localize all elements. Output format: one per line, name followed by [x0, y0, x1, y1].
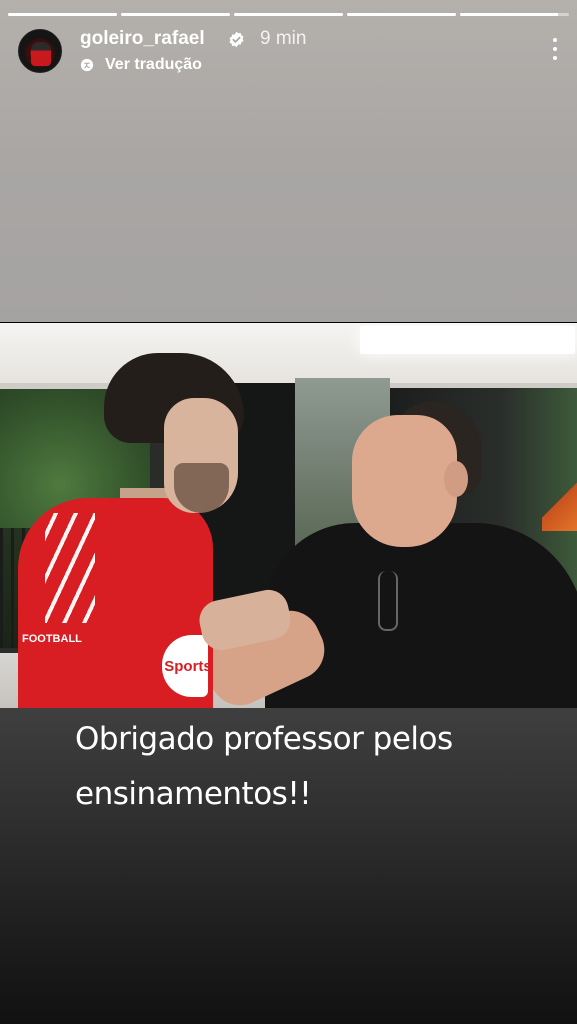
progress-segment-3 — [234, 13, 343, 16]
more-options-icon[interactable] — [547, 36, 563, 62]
username[interactable]: goleiro_rafael — [80, 28, 205, 50]
progress-segment-5 — [460, 13, 569, 16]
verified-badge-icon — [229, 31, 244, 48]
progress-segment-4 — [347, 13, 456, 16]
see-translation-link[interactable]: Ver tradução — [105, 56, 202, 74]
story-header: goleiro_rafael 9 min Ver tradução — [18, 28, 559, 80]
sunglasses-hanging — [378, 571, 398, 631]
story-caption: Obrigado professor pelos ensinamentos!! — [75, 721, 453, 812]
progress-segment-2 — [121, 13, 230, 16]
post-time: 9 min — [260, 28, 307, 49]
older-man — [352, 401, 482, 551]
translate-icon — [80, 58, 94, 72]
story-progress-bar — [8, 13, 569, 16]
story-viewer[interactable]: goleiro_rafael 9 min Ver tradução Sports… — [0, 0, 577, 1024]
young-man — [104, 353, 244, 513]
progress-segment-1 — [8, 13, 117, 16]
avatar[interactable] — [18, 29, 62, 73]
story-photo: Sports FOOTBALL — [0, 323, 577, 708]
shirt-badge: FOOTBALL — [22, 633, 82, 645]
